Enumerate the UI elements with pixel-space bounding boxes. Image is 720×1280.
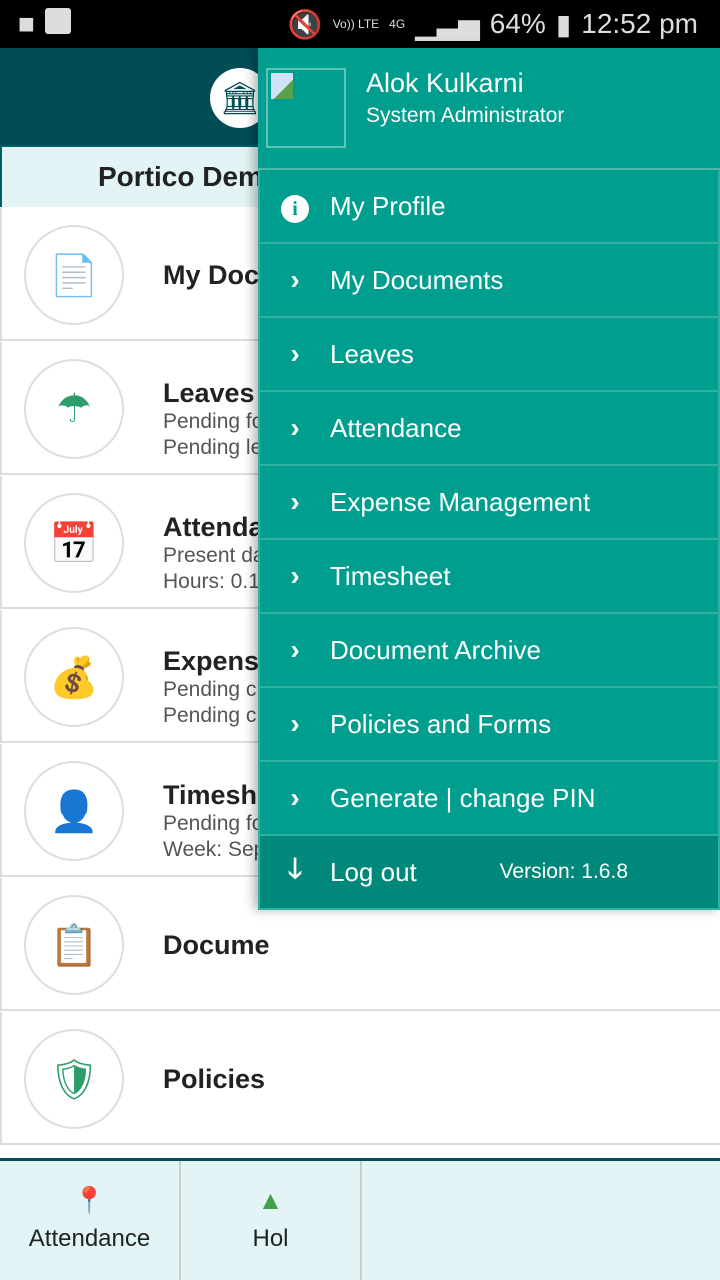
card-subtitle: Present da: [163, 544, 265, 567]
signal-icon: ▁▃▅: [415, 8, 480, 40]
card-subtitle: Pending le: [163, 436, 263, 459]
mute-icon: 🔇: [287, 8, 323, 40]
battery-percent: 64%: [489, 8, 546, 39]
card-title: Leaves: [163, 378, 255, 408]
calendar-clock-icon: 📅: [24, 493, 124, 593]
menu-item-label: Attendance: [330, 412, 462, 443]
chevron-right-icon: ›: [290, 486, 300, 517]
menu-item-attendance[interactable]: › Attendance: [258, 392, 720, 466]
logout-button[interactable]: 🡓 Log out Version: 1.6.8: [258, 836, 720, 910]
avatar: [266, 68, 346, 148]
policy-shield-icon: 🛡: [24, 1029, 124, 1129]
location-pin-icon: 📍: [73, 1185, 106, 1215]
documents-icon: 📄: [24, 225, 124, 325]
battery-icon: ▮: [555, 8, 572, 40]
user-name: Alok Kulkarni: [366, 68, 524, 98]
menu-item-my-profile[interactable]: i My Profile: [258, 170, 720, 244]
card-subtitle: Hours: 0.1: [163, 570, 260, 593]
card-subtitle: Pending fo: [163, 812, 264, 835]
version-label: Version: 1.6.8: [499, 860, 628, 883]
menu-item-my-documents[interactable]: › My Documents: [258, 244, 720, 318]
menu-item-timesheet[interactable]: › Timesheet: [258, 540, 720, 614]
menu-item-policies-and-forms[interactable]: › Policies and Forms: [258, 688, 720, 762]
flipboard-icon: [44, 8, 71, 34]
bottom-nav-label: Hol: [252, 1225, 289, 1252]
logout-label: Log out: [330, 856, 417, 887]
umbrella-icon: ☂: [24, 359, 124, 459]
card-title: Policies: [163, 1064, 266, 1094]
bottom-nav: 📍 Attendance ▲ Hol: [0, 1158, 720, 1280]
video-icon: ■: [18, 8, 35, 39]
menu-item-label: Document Archive: [330, 634, 541, 665]
menu-item-label: Leaves: [330, 338, 414, 369]
menu-item-leaves[interactable]: › Leaves: [258, 318, 720, 392]
card-subtitle: Pending fo: [163, 410, 264, 433]
menu-item-label: My Profile: [330, 190, 446, 221]
card-title: Timeshe: [163, 780, 273, 810]
dashboard-card[interactable]: 🛡 Policies: [0, 1012, 720, 1145]
info-icon: i: [260, 190, 330, 223]
card-title: Docume: [163, 930, 270, 960]
drawer-header: Alok Kulkarni System Administrator: [258, 48, 720, 170]
tree-icon: ▲: [257, 1185, 284, 1215]
bottom-nav-holidays[interactable]: ▲ Hol: [181, 1161, 362, 1280]
chevron-right-icon: ›: [290, 560, 300, 591]
arrow-down-icon: 🡓: [287, 853, 303, 884]
status-bar: ■ 🔇 Vo)) LTE 4G ▁▃▅ 64% ▮ 12:52 pm: [0, 0, 720, 48]
card-title: Attenda: [163, 512, 264, 542]
menu-item-document-archive[interactable]: › Document Archive: [258, 614, 720, 688]
volte-indicator: Vo)) LTE: [332, 17, 380, 31]
bottom-nav-label: Attendance: [28, 1225, 151, 1252]
menu-item-label: Expense Management: [330, 486, 591, 517]
user-calendar-icon: 👤: [24, 761, 124, 861]
network-indicator: 4G: [389, 17, 406, 31]
archive-icon: 📋: [24, 895, 124, 995]
menu-item-label: Policies and Forms: [330, 708, 552, 739]
clock: 12:52 pm: [581, 8, 698, 39]
card-subtitle: Week: Sep: [163, 838, 266, 861]
expense-bag-icon: 💰: [24, 627, 124, 727]
menu-item-expense-management[interactable]: › Expense Management: [258, 466, 720, 540]
chevron-right-icon: ›: [290, 782, 300, 813]
user-role: System Administrator: [366, 104, 565, 127]
menu-item-label: Timesheet: [330, 560, 451, 591]
chevron-right-icon: ›: [290, 264, 300, 295]
chevron-right-icon: ›: [290, 634, 300, 665]
menu-item-label: Generate | change PIN: [330, 782, 596, 813]
navigation-drawer: Alok Kulkarni System Administrator i My P…: [258, 48, 720, 910]
menu-item-generate-change-pin[interactable]: › Generate | change PIN: [258, 762, 720, 836]
chevron-right-icon: ›: [290, 338, 300, 369]
chevron-right-icon: ›: [290, 708, 300, 739]
bottom-nav-attendance[interactable]: 📍 Attendance: [0, 1161, 181, 1280]
menu-item-label: My Documents: [330, 264, 504, 295]
chevron-right-icon: ›: [290, 412, 300, 443]
